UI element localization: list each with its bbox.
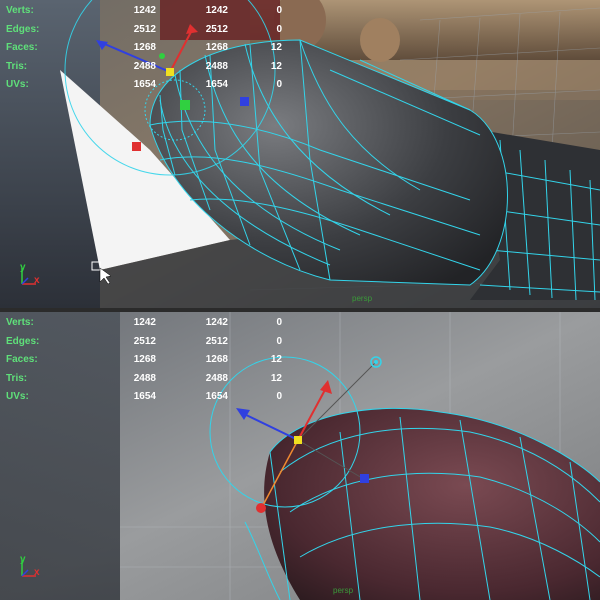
stats-value: 0 xyxy=(276,391,282,402)
stats-value: 2488 xyxy=(133,60,156,72)
stats-value: 2512 xyxy=(133,335,156,347)
stats-value: 1242 xyxy=(133,317,156,328)
stats-row: Tris: 2488 2488 12 xyxy=(6,58,282,77)
stats-value: 1242 xyxy=(133,5,156,16)
stats-label: Faces: xyxy=(6,354,38,365)
stats-value: 12 xyxy=(270,372,282,384)
axis-x-label: x xyxy=(34,275,40,286)
stats-value: 1268 xyxy=(133,42,156,53)
stats-row: Verts: 1242 1242 0 xyxy=(6,314,282,333)
stats-label: Edges: xyxy=(6,335,40,347)
stats-value: 12 xyxy=(270,42,282,53)
stats-label: UVs: xyxy=(6,79,29,90)
stats-label: Edges: xyxy=(6,23,40,35)
stats-row: Edges: 2512 2512 0 xyxy=(6,21,282,40)
stats-value: 0 xyxy=(276,5,282,16)
stats-value: 1268 xyxy=(205,42,228,53)
stats-row: Verts: 1242 1242 0 xyxy=(6,2,282,21)
stats-label: Tris: xyxy=(6,372,28,384)
stats-value: 2488 xyxy=(205,60,228,72)
stats-value: 2512 xyxy=(205,23,228,35)
stats-label: Tris: xyxy=(6,60,28,72)
stats-value: 0 xyxy=(276,79,282,90)
camera-label: persp xyxy=(352,294,373,303)
stats-value: 1654 xyxy=(133,391,156,402)
stats-label: Verts: xyxy=(6,317,34,328)
stats-row: Faces: 1268 1268 12 xyxy=(6,351,282,370)
stats-value: 1654 xyxy=(205,391,228,402)
stats-value: 12 xyxy=(270,354,282,365)
stats-row: Tris: 2488 2488 12 xyxy=(6,370,282,389)
stats-value: 2488 xyxy=(133,372,156,384)
stats-value: 1654 xyxy=(133,79,156,90)
viewport-bottom[interactable]: Verts: 1242 1242 0 Edges: 2512 2512 0 Faces: 1268… xyxy=(0,312,600,600)
camera-label: persp xyxy=(333,586,354,595)
stats-value: 2512 xyxy=(205,335,228,347)
axis-y-label: y xyxy=(20,262,26,273)
axis-x-label: x xyxy=(34,567,40,578)
stats-value: 2488 xyxy=(205,372,228,384)
stats-label: UVs: xyxy=(6,391,29,402)
stats-label: Faces: xyxy=(6,42,38,53)
stats-label: Verts: xyxy=(6,5,34,16)
stats-value: 0 xyxy=(276,335,282,347)
stats-value: 1268 xyxy=(133,354,156,365)
stats-value: 0 xyxy=(276,23,282,35)
poly-count-hud-top: Verts: 1242 1242 0 Edges: 2512 2512 0 Faces: 1268… xyxy=(6,2,282,95)
stats-value: 1268 xyxy=(205,354,228,365)
viewport-top[interactable]: Verts: 1242 1242 0 Edges: 2512 2512 0 Faces: 1268… xyxy=(0,0,600,308)
stats-value: 1654 xyxy=(205,79,228,90)
stats-value: 12 xyxy=(270,60,282,72)
stats-row: UVs: 1654 1654 0 xyxy=(6,388,282,407)
stats-row: Edges: 2512 2512 0 xyxy=(6,333,282,352)
stats-value: 1242 xyxy=(205,317,228,328)
axis-y-label: y xyxy=(20,554,26,565)
stats-value: 0 xyxy=(276,317,282,328)
stats-row: Faces: 1268 1268 12 xyxy=(6,39,282,58)
stats-value: 1242 xyxy=(205,5,228,16)
stats-value: 2512 xyxy=(133,23,156,35)
poly-count-hud-bottom: Verts: 1242 1242 0 Edges: 2512 2512 0 Faces: 1268… xyxy=(6,314,282,407)
stats-row: UVs: 1654 1654 0 xyxy=(6,76,282,95)
